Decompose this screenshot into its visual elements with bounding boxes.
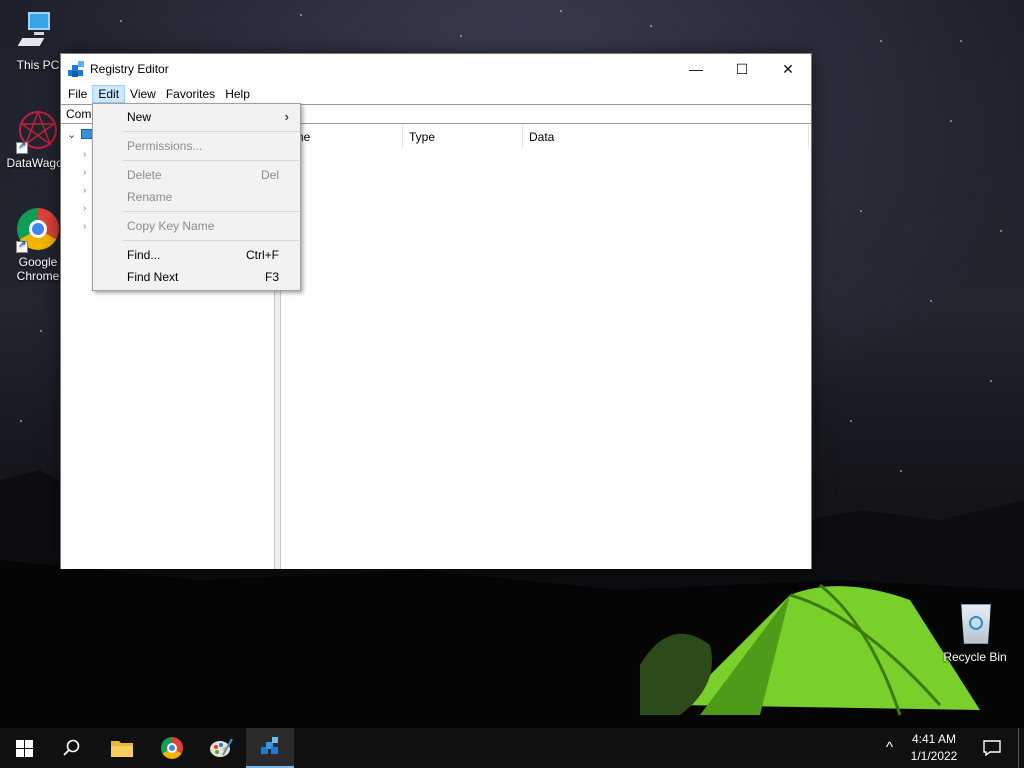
menu-item-new[interactable]: New ›: [93, 106, 300, 128]
menu-item-delete[interactable]: Delete Del: [93, 164, 300, 186]
title-bar[interactable]: Registry Editor — ☐ ✕: [61, 54, 811, 84]
registry-editor-icon: [261, 737, 278, 754]
close-button[interactable]: ✕: [765, 54, 811, 84]
menu-view[interactable]: View: [125, 85, 161, 103]
menu-item-label: Find Next: [127, 270, 179, 284]
menu-item-find[interactable]: Find... Ctrl+F: [93, 244, 300, 266]
search-button[interactable]: [48, 728, 96, 768]
taskbar-registry-editor[interactable]: [246, 728, 294, 768]
chrome-icon: [16, 207, 60, 253]
menu-file[interactable]: File: [63, 85, 92, 103]
menu-item-shortcut: Del: [260, 168, 279, 182]
taskbar: ^ 4:41 AM 1/1/2022: [0, 728, 1024, 768]
chevron-right-icon[interactable]: ›: [83, 185, 86, 196]
menu-favorites[interactable]: Favorites: [161, 85, 220, 103]
menu-item-permissions[interactable]: Permissions...: [93, 135, 300, 157]
shortcut-arrow-icon: [16, 239, 28, 253]
shortcut-arrow-icon: [16, 140, 28, 154]
clock-date: 1/1/2022: [910, 749, 958, 763]
column-header-type[interactable]: Type: [403, 125, 523, 149]
desktop-icon-label: Recycle Bin: [943, 650, 1007, 664]
search-icon: [63, 739, 80, 756]
windows-logo-icon: [15, 739, 33, 757]
desktop-icon-recycle-bin[interactable]: Recycle Bin: [937, 602, 1013, 664]
menu-bar: File Edit View Favorites Help: [61, 84, 811, 104]
chevron-right-icon[interactable]: ›: [83, 167, 86, 178]
datawagon-icon: [16, 108, 60, 154]
show-desktop-button[interactable]: [1018, 728, 1024, 768]
column-header-data[interactable]: Data: [523, 125, 809, 149]
menu-item-label: Rename: [127, 190, 173, 204]
system-clock[interactable]: 4:41 AM 1/1/2022: [904, 731, 964, 765]
menu-help[interactable]: Help: [220, 85, 255, 103]
menu-separator: [123, 131, 299, 132]
clock-time: 4:41 AM: [911, 732, 957, 746]
window-title: Registry Editor: [90, 62, 169, 76]
submenu-arrow-icon: ›: [284, 109, 289, 124]
notification-icon: [983, 740, 1001, 756]
maximize-button[interactable]: ☐: [719, 54, 765, 84]
menu-item-label: New: [127, 110, 152, 124]
chevron-down-icon[interactable]: ⌄: [67, 128, 76, 141]
menu-item-label: Delete: [127, 168, 162, 182]
computer-icon: [16, 10, 60, 54]
menu-item-shortcut: Ctrl+F: [246, 248, 279, 262]
taskbar-file-explorer[interactable]: [98, 728, 146, 768]
menu-item-label: Find...: [127, 248, 161, 262]
start-button[interactable]: [0, 728, 48, 768]
folder-icon: [111, 741, 133, 757]
address-text: Com: [66, 107, 92, 121]
chrome-icon: [161, 737, 183, 759]
registry-editor-icon: [68, 61, 84, 77]
taskbar-chrome[interactable]: [148, 728, 196, 768]
menu-item-find-next[interactable]: Find Next F3: [93, 266, 300, 288]
menu-item-rename[interactable]: Rename: [93, 186, 300, 208]
action-center-button[interactable]: [968, 728, 1016, 768]
menu-separator: [123, 160, 299, 161]
menu-separator: [123, 211, 299, 212]
edit-menu-dropdown: New › Permissions... Delete Del Rename C…: [92, 103, 301, 291]
menu-item-copy-key-name[interactable]: Copy Key Name: [93, 215, 300, 237]
values-list-pane[interactable]: ame Type Data: [281, 125, 811, 569]
menu-item-shortcut: F3: [264, 270, 279, 284]
menu-separator: [123, 240, 299, 241]
chevron-right-icon[interactable]: ›: [83, 221, 86, 232]
tray-chevron-icon[interactable]: ^: [886, 739, 893, 756]
minimize-button[interactable]: —: [673, 54, 719, 84]
paint-palette-icon: [210, 738, 233, 757]
menu-item-label: Permissions...: [127, 139, 203, 153]
menu-edit[interactable]: Edit: [92, 85, 126, 103]
taskbar-paint[interactable]: [197, 728, 245, 768]
menu-item-label: Copy Key Name: [127, 219, 215, 233]
chevron-right-icon[interactable]: ›: [83, 149, 86, 160]
recycle-bin-icon: [953, 602, 997, 646]
chevron-right-icon[interactable]: ›: [83, 203, 86, 214]
